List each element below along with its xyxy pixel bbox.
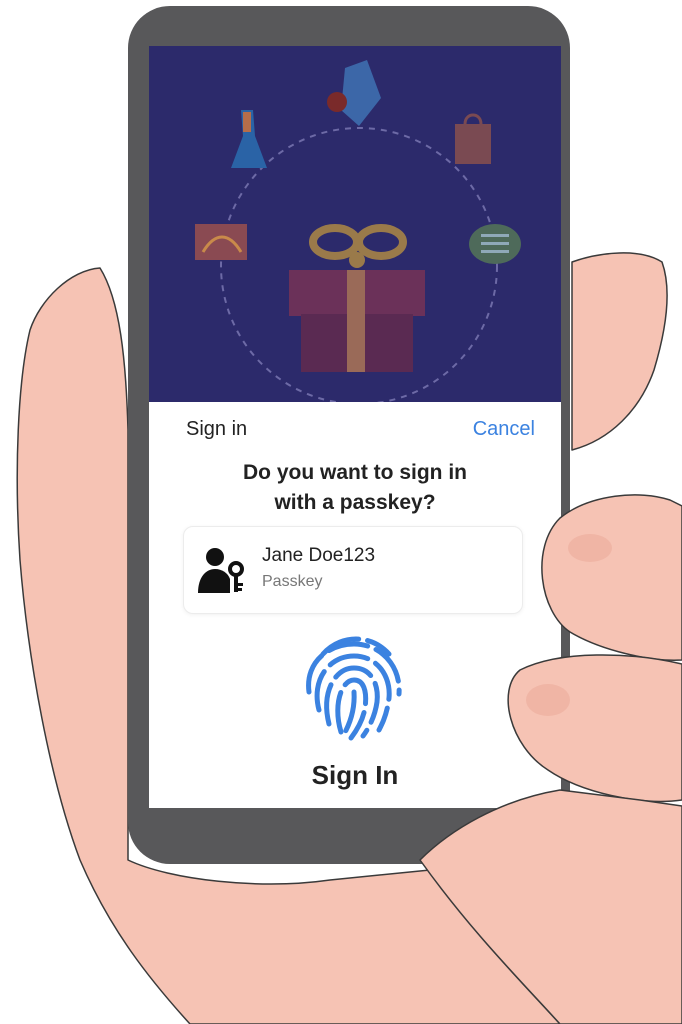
hand-fingers-illustration [419,494,682,1024]
